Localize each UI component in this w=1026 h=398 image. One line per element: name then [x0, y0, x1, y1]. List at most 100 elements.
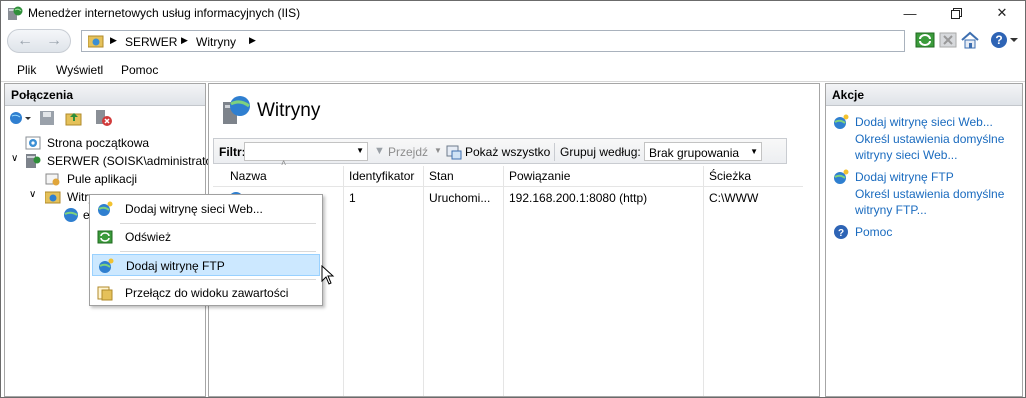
address-row: ← → ▶ SERWER ▶ Witryny ▶ ? [1, 25, 1025, 57]
filter-label: Filtr: [219, 145, 246, 159]
add-ftp-site-icon [99, 258, 114, 273]
close-button[interactable]: ✕ [979, 1, 1025, 25]
content-view-icon [97, 286, 113, 301]
ctx-item-label: Przełącz do widoku zawartości [125, 286, 289, 300]
show-all-button[interactable]: Pokaż wszystko [465, 145, 550, 159]
iis-manager-window: Menedżer internetowych usług informacyjn… [0, 0, 1026, 398]
menu-help[interactable]: Pomoc [121, 63, 158, 77]
column-divider [703, 166, 704, 396]
ctx-item-label: Dodaj witrynę FTP [126, 259, 225, 273]
context-menu: Dodaj witrynę sieci Web... Odśwież Dodaj… [89, 194, 323, 306]
ctx-add-ftp-site[interactable]: Dodaj witrynę FTP [92, 254, 320, 276]
maximize-button[interactable] [933, 1, 979, 25]
ctx-refresh[interactable]: Odśwież [92, 226, 320, 248]
actions-title: Akcje [826, 84, 1022, 106]
tree-item-label: Strona początkowa [47, 136, 150, 150]
minimize-button[interactable]: — [887, 1, 933, 25]
go-button[interactable]: Przejdź [388, 145, 428, 159]
web-defaults-link-line2[interactable]: witryny sieci Web... [855, 147, 957, 163]
help-link[interactable]: Pomoc [855, 224, 892, 240]
app-pools-icon [45, 173, 60, 186]
sites-folder-icon [45, 191, 61, 204]
home-icon[interactable] [960, 30, 980, 50]
toolbar-divider [554, 143, 555, 161]
filter-input[interactable]: ▼ [244, 142, 368, 161]
ctx-separator [120, 279, 316, 280]
connect-globe-icon[interactable] [9, 109, 33, 127]
column-divider [423, 166, 424, 396]
breadcrumb-separator-icon: ▶ [249, 35, 256, 45]
cell-state: Uruchomi... [429, 191, 491, 205]
cell-id: 1 [349, 191, 356, 205]
column-header-id[interactable]: Identyfikator [349, 169, 414, 183]
group-by-label: Grupuj według: [560, 145, 641, 159]
up-folder-icon[interactable] [65, 110, 83, 126]
forward-button[interactable]: → [41, 29, 71, 53]
collapse-chevron-icon: ∨ [11, 153, 19, 164]
actions-pane: Akcje Dodaj witrynę sieci Web... Określ … [825, 83, 1023, 397]
add-ftp-site-link[interactable]: Dodaj witrynę FTP [855, 169, 954, 185]
column-divider [503, 166, 504, 396]
svg-text:?: ? [995, 33, 1002, 47]
column-divider [343, 166, 344, 396]
window-title: Menedżer internetowych usług informacyjn… [28, 6, 301, 20]
tree-item-label: SERWER (SOISK\administrator [47, 154, 217, 168]
globe-icon [64, 208, 78, 222]
folder-globe-icon [88, 35, 104, 48]
column-header-name[interactable]: Nazwa [230, 169, 267, 183]
page-title: Witryny [257, 100, 321, 121]
collapse-chevron-icon: ∨ [29, 189, 37, 200]
go-dropdown-arrow-icon[interactable]: ▼ [434, 146, 442, 155]
ctx-switch-content-view[interactable]: Przełącz do widoku zawartości [92, 282, 320, 304]
ftp-defaults-link-line1[interactable]: Określ ustawienia domyślne [855, 186, 1004, 202]
cell-path: C:\WWW [709, 191, 759, 205]
breadcrumb-server[interactable]: SERWER [125, 35, 177, 49]
sort-ascending-icon: ˄ [281, 158, 287, 168]
title-bar: Menedżer internetowych usług informacyjn… [1, 1, 1025, 25]
menu-file[interactable]: Plik [17, 63, 36, 77]
help-icon: ? [834, 225, 848, 239]
column-header-path[interactable]: Ścieżka [709, 169, 751, 183]
dropdown-arrow-icon: ▼ [356, 146, 364, 155]
disconnect-icon[interactable] [93, 109, 113, 127]
svg-text:?: ? [838, 228, 844, 239]
refresh-icon[interactable] [915, 30, 935, 50]
address-bar[interactable]: ▶ SERWER ▶ Witryny ▶ [81, 30, 905, 52]
group-by-select[interactable]: Brak grupowania ▼ [644, 142, 762, 161]
add-ftp-site-icon [834, 169, 849, 184]
stop-icon[interactable] [938, 30, 958, 50]
save-icon[interactable] [39, 110, 55, 126]
ctx-separator [120, 251, 316, 252]
server-icon [26, 154, 41, 168]
mouse-cursor-icon [321, 265, 335, 285]
column-header-binding[interactable]: Powiązanie [509, 169, 570, 183]
add-web-site-icon [98, 201, 113, 216]
funnel-icon: ▼ [374, 145, 385, 157]
group-by-value: Brak grupowania [649, 146, 740, 160]
restore-icon [950, 7, 962, 19]
menu-view[interactable]: Wyświetl [56, 63, 103, 77]
menu-bar: Plik Wyświetl Pomoc [1, 58, 1025, 82]
show-all-icon [446, 145, 462, 160]
connections-title: Połączenia [5, 84, 205, 106]
ctx-item-label: Odśwież [125, 230, 172, 244]
add-web-site-link[interactable]: Dodaj witrynę sieci Web... [855, 114, 993, 130]
ctx-item-label: Dodaj witrynę sieci Web... [125, 202, 263, 216]
column-header-state[interactable]: Stan [429, 169, 454, 183]
dropdown-arrow-icon: ▼ [750, 147, 758, 156]
refresh-icon [97, 230, 113, 244]
help-dropdown-icon[interactable]: ? [989, 30, 1019, 50]
add-web-site-icon [834, 114, 849, 129]
ftp-defaults-link-line2[interactable]: witryny FTP... [855, 202, 927, 218]
sites-globe-icon [223, 96, 250, 124]
iis-app-icon [8, 6, 23, 20]
tree-item-label: Pule aplikacji [67, 172, 138, 186]
back-arrow-icon: ← [17, 32, 33, 49]
cell-binding: 192.168.200.1:8080 (http) [509, 191, 648, 205]
breadcrumb-separator-icon: ▶ [110, 35, 117, 45]
web-defaults-link-line1[interactable]: Określ ustawienia domyślne [855, 131, 1004, 147]
breadcrumb-sites[interactable]: Witryny [196, 35, 236, 49]
forward-arrow-icon: → [46, 32, 62, 49]
ctx-add-web-site[interactable]: Dodaj witrynę sieci Web... [92, 198, 320, 220]
breadcrumb-separator-icon: ▶ [181, 35, 188, 45]
